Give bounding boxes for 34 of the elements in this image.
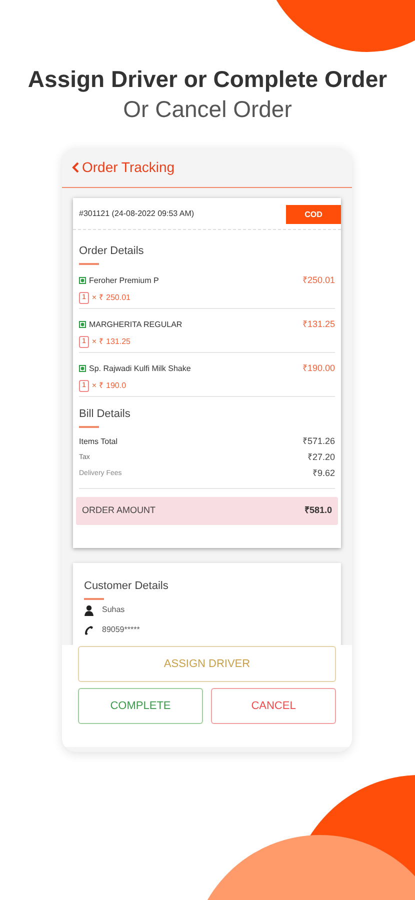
item-total: ₹131.25 [302, 318, 335, 331]
bill-label: Items Total [79, 436, 118, 448]
unit-price: × ₹ 250.01 [92, 292, 130, 304]
section-title: Customer Details [84, 579, 168, 594]
item-name: Sp. Rajwadi Kulfi Milk Shake [89, 362, 191, 375]
section-title: Order Details [79, 244, 144, 259]
customer-phone: 89059***** [102, 624, 140, 636]
phone-icon [84, 625, 94, 635]
amount-value: ₹581.0 [304, 504, 332, 518]
unit-price: × ₹ 190.0 [92, 380, 126, 392]
assign-driver-button[interactable]: ASSIGN DRIVER [78, 646, 336, 682]
person-icon [84, 604, 94, 616]
customer-name: Suhas [102, 604, 125, 616]
order-number: #301121 (24-08-2022 09:53 AM) [79, 208, 194, 220]
bill-value: ₹571.26 [302, 435, 335, 448]
bill-value: ₹27.20 [307, 451, 335, 464]
section-title: Bill Details [79, 407, 130, 422]
cancel-button[interactable]: CANCEL [211, 688, 336, 724]
title-underline [79, 426, 99, 428]
item-total: ₹250.01 [302, 274, 335, 287]
item-name: Feroher Premium P [89, 274, 159, 287]
title-underline [79, 263, 99, 265]
item-name: MARGHERITA REGULAR [89, 318, 182, 331]
unit-price: × ₹ 131.25 [92, 336, 130, 348]
amount-label: ORDER AMOUNT [82, 504, 156, 518]
item-total: ₹190.00 [302, 362, 335, 375]
bill-value: ₹9.62 [312, 467, 335, 480]
payment-badge: COD [286, 205, 341, 224]
complete-button[interactable]: COMPLETE [78, 688, 203, 724]
screen-title: Order Tracking [82, 158, 175, 177]
back-icon[interactable] [72, 162, 79, 173]
title-underline [84, 598, 104, 600]
headline: Assign Driver or Complete Order [28, 65, 388, 94]
subheadline: Or Cancel Order [123, 95, 292, 124]
